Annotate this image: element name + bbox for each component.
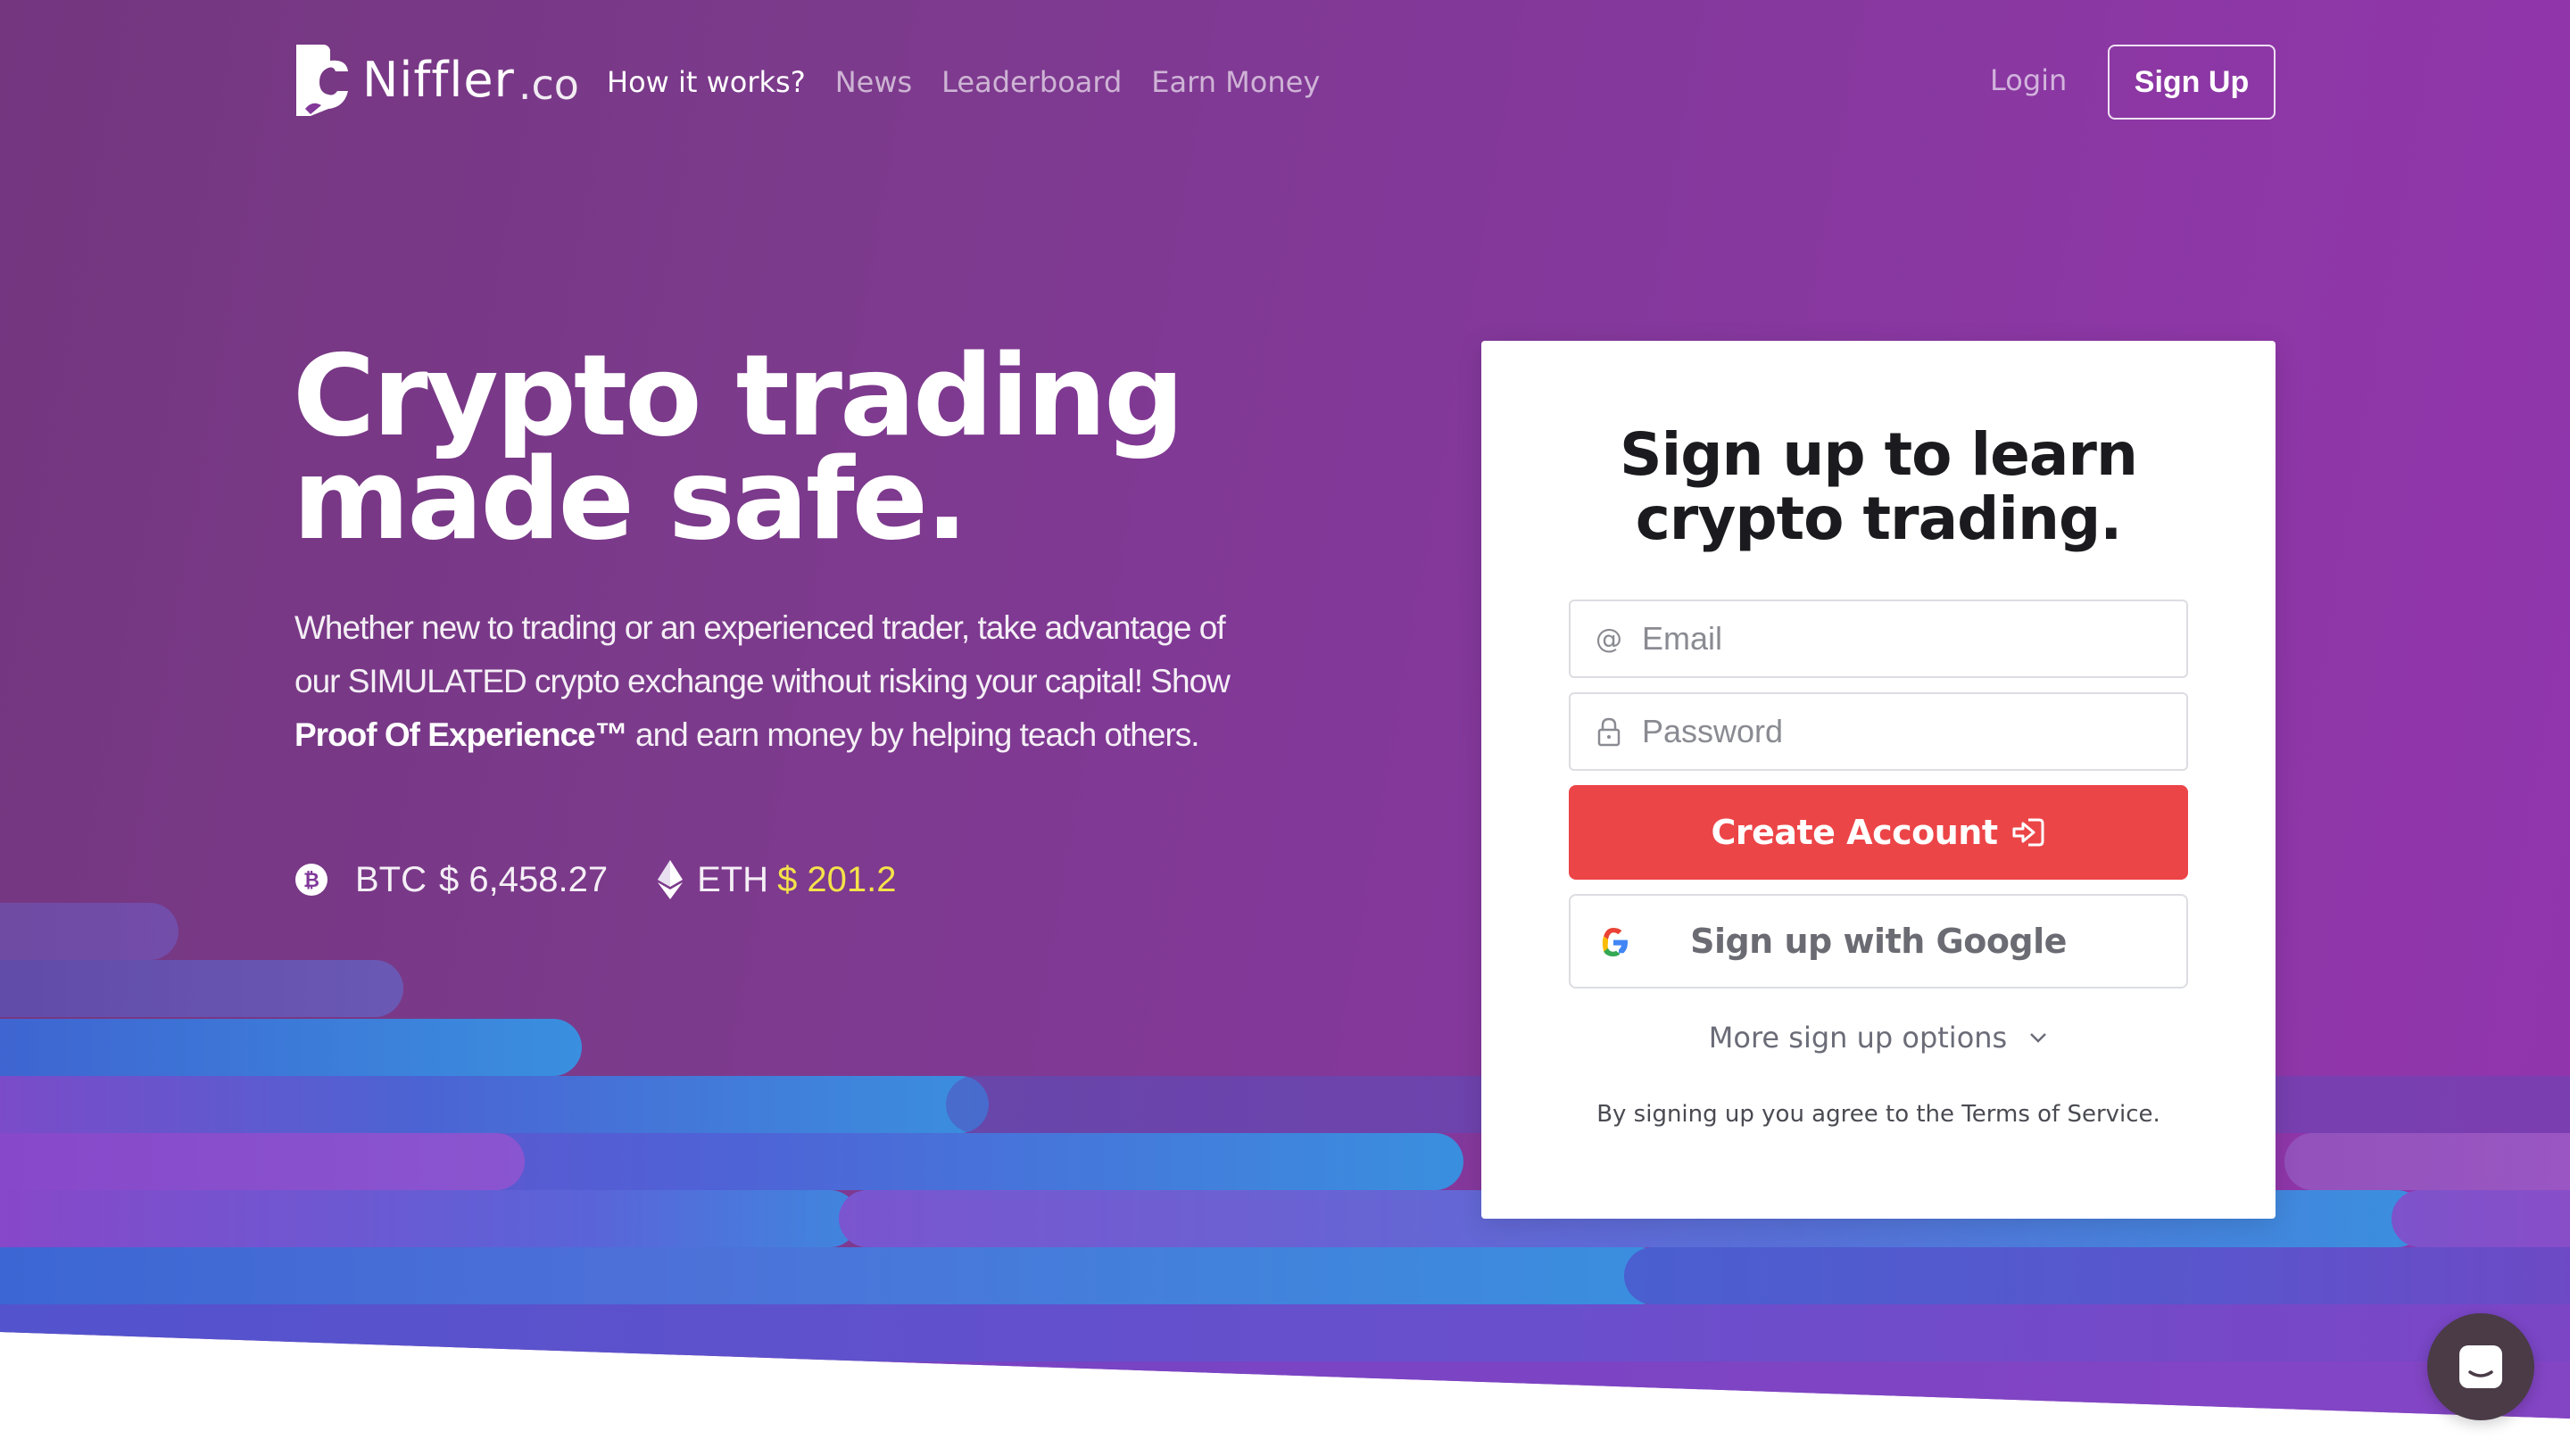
- streak: [0, 1361, 2570, 1419]
- landing-page: Niffler .co How it works? News Leaderboa…: [0, 0, 2570, 1456]
- streak: [1624, 1247, 2570, 1304]
- nav-link-how-it-works[interactable]: How it works?: [607, 62, 806, 102]
- top-nav: Niffler .co How it works? News Leaderboa…: [0, 0, 2570, 164]
- terms-of-service-link[interactable]: Terms of Service: [1961, 1101, 2152, 1128]
- nav-link-news[interactable]: News: [835, 62, 912, 102]
- nav-links: How it works? News Leaderboard Earn Mone…: [607, 62, 1320, 102]
- hero-description-highlight: Proof Of Experience™: [294, 716, 628, 753]
- niffler-logo-icon: [296, 45, 348, 116]
- chat-launcher-button[interactable]: [2427, 1313, 2534, 1420]
- streak: [0, 960, 403, 1017]
- hero-description-part-1: Whether new to trading or an experienced…: [294, 609, 1231, 699]
- signup-title-line-1: Sign up to learn: [1620, 420, 2138, 489]
- google-icon: [1602, 928, 1628, 956]
- hero-description: Whether new to trading or an experienced…: [294, 601, 1258, 762]
- create-account-label: Create Account: [1711, 813, 1998, 852]
- signup-card-title: Sign up to learn crypto trading.: [1481, 423, 2276, 551]
- bitcoin-icon: ₿: [295, 864, 327, 896]
- terms-notice: By signing up you agree to the Terms of …: [1481, 1101, 2276, 1128]
- hero-description-part-2: and earn money by helping teach others.: [626, 716, 1200, 753]
- btc-label: BTC: [355, 860, 427, 899]
- lock-icon: [1597, 717, 1621, 747]
- streak: [0, 1133, 525, 1190]
- streak: [0, 1190, 858, 1247]
- brand-logo[interactable]: Niffler .co: [293, 41, 579, 120]
- brand-tld: .co: [518, 61, 579, 109]
- streak: [0, 1076, 989, 1133]
- eth-price: $ 201.2: [777, 860, 897, 899]
- more-signup-options[interactable]: More sign up options: [1481, 1021, 2276, 1055]
- headline-line-1: Crypto trading: [293, 330, 1184, 461]
- email-input[interactable]: [1642, 620, 2142, 658]
- headline-line-2: made safe.: [293, 434, 968, 565]
- price-ticker: ₿ BTC $ 6,458.27 ETH $ 201.2: [294, 855, 897, 905]
- streak: [0, 1019, 582, 1076]
- signup-card: Sign up to learn crypto trading. @ Creat…: [1481, 341, 2276, 1219]
- at-icon: @: [1596, 624, 1622, 654]
- login-link[interactable]: Login: [1990, 61, 2067, 100]
- signup-title-line-2: crypto trading.: [1635, 484, 2123, 553]
- btc-price: $ 6,458.27: [439, 860, 609, 899]
- streak: [0, 1304, 2570, 1361]
- nav-sign-up-button[interactable]: Sign Up: [2108, 45, 2276, 120]
- email-field-wrapper: @: [1569, 600, 2188, 678]
- password-field-wrapper: [1569, 692, 2188, 771]
- chevron-down-icon: [2030, 1033, 2047, 1043]
- svg-text:@: @: [1596, 624, 1622, 654]
- eth-label: ETH: [697, 860, 769, 899]
- brand-name: Niffler: [362, 52, 515, 108]
- svg-text:₿: ₿: [303, 870, 319, 892]
- hero-headline: Crypto trading made safe.: [293, 330, 1364, 565]
- chat-icon: [2459, 1345, 2502, 1388]
- password-input[interactable]: [1642, 713, 2142, 750]
- google-signup-label: Sign up with Google: [1690, 922, 2067, 961]
- sign-in-icon: [2012, 818, 2044, 847]
- google-signup-button[interactable]: Sign up with Google: [1569, 894, 2188, 989]
- streak: [0, 903, 178, 960]
- streak: [0, 1247, 1669, 1304]
- nav-link-earn-money[interactable]: Earn Money: [1151, 62, 1320, 102]
- streak: [2284, 1133, 2570, 1190]
- more-signup-options-label: More sign up options: [1708, 1021, 2008, 1055]
- ethereum-icon: [658, 860, 684, 899]
- terms-prefix: By signing up you agree to the: [1596, 1101, 1962, 1128]
- create-account-button[interactable]: Create Account: [1569, 785, 2188, 880]
- terms-suffix: .: [2152, 1101, 2160, 1128]
- nav-link-leaderboard[interactable]: Leaderboard: [941, 62, 1122, 102]
- streak: [2392, 1190, 2570, 1247]
- eth-price-group: ETH $ 201.2: [658, 855, 897, 905]
